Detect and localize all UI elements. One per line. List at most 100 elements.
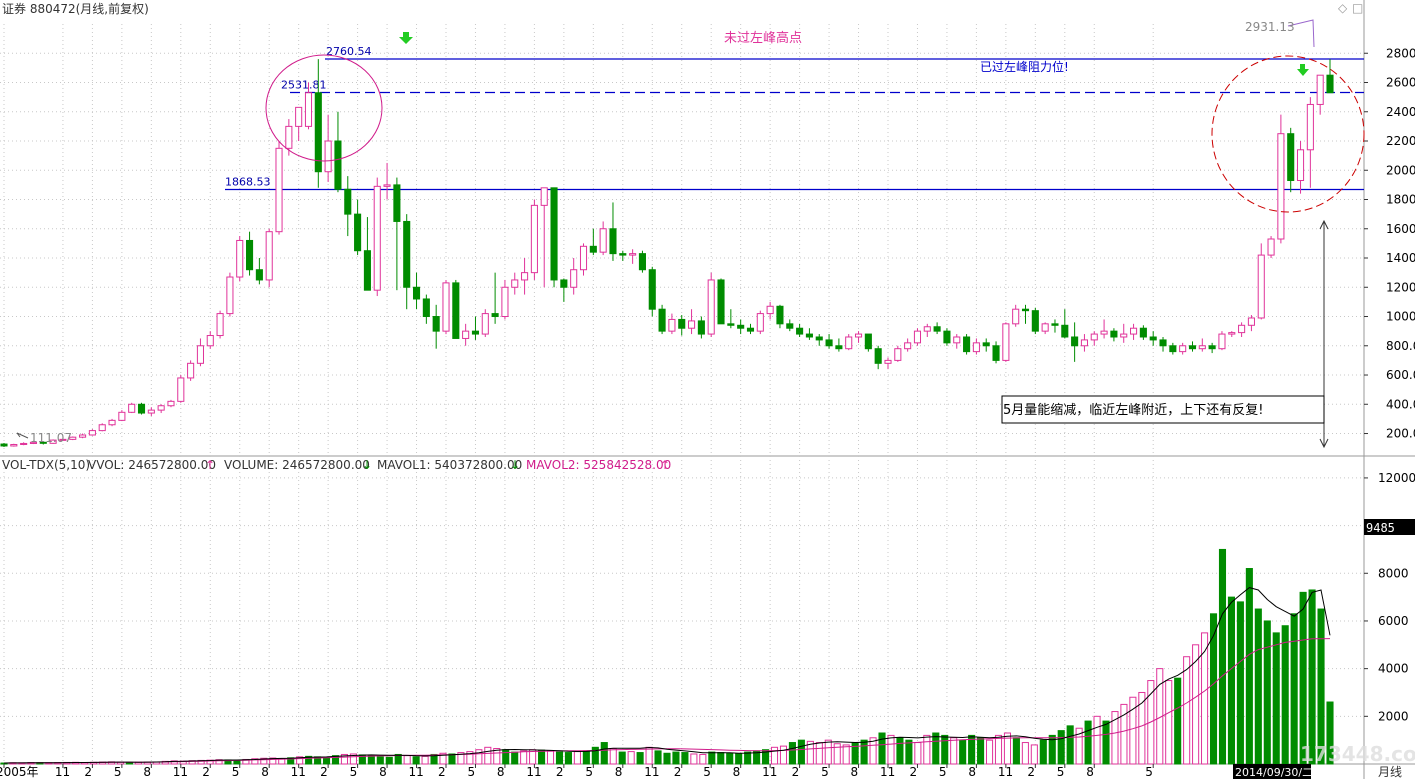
candle-body	[746, 327, 755, 332]
candle-body	[737, 324, 745, 329]
candle-body	[904, 342, 912, 350]
candle-body	[226, 276, 234, 315]
time-tick-label: 5	[821, 765, 829, 779]
current-volume-label: 9485	[1366, 521, 1395, 535]
candle-body	[609, 228, 617, 255]
candle-body	[1208, 345, 1216, 350]
time-tick-label: 5	[232, 765, 240, 779]
time-tick-label: 2	[792, 765, 800, 779]
time-tick-label: 11	[762, 765, 777, 779]
candle-body	[88, 430, 96, 436]
chart-svg: 2800 2600 2400 2200 2000 1800 1600 1400 1200 1000…	[0, 0, 1415, 779]
volume-bar	[1245, 568, 1253, 765]
time-tick-label: 11	[291, 765, 306, 779]
volume-bar	[1236, 601, 1244, 765]
volume-bar	[824, 739, 832, 765]
price-tick-label: 2800	[1386, 46, 1415, 60]
volume-bar	[367, 755, 375, 765]
candle-body	[432, 316, 440, 332]
candlestick-series	[0, 59, 1334, 447]
candle-body	[1306, 103, 1314, 151]
volume-bar	[1227, 596, 1235, 765]
volume-bar	[726, 752, 734, 765]
candle-body	[805, 333, 813, 338]
candle-body	[943, 330, 951, 344]
volume-bar	[896, 737, 904, 765]
candle-body	[894, 348, 902, 361]
price-tick-label: 2400	[1386, 105, 1415, 119]
left-peak-circle	[265, 54, 383, 162]
candle-body	[246, 239, 254, 271]
price-tick-label: 2600	[1386, 76, 1415, 90]
candle-body	[1326, 74, 1334, 94]
candle-body	[1110, 330, 1118, 338]
volume-bar	[1021, 742, 1029, 765]
mavol1-down-arrow-icon: ↓	[510, 458, 521, 472]
volume-bar	[412, 756, 420, 765]
volume-bar	[511, 751, 519, 765]
volume-bar	[609, 748, 617, 765]
candle-body	[864, 333, 872, 350]
candle-body	[1218, 333, 1226, 350]
candle-body	[874, 348, 882, 364]
candle-body	[1228, 332, 1236, 335]
candle-body	[717, 279, 725, 325]
time-tick-label: 11	[409, 765, 424, 779]
mavol2-up-arrow-icon: ↑	[660, 458, 671, 472]
candle-body	[1149, 336, 1157, 341]
candle-body	[216, 313, 224, 337]
volume-bar	[914, 742, 922, 765]
restore-icon[interactable]: ◇	[1338, 2, 1347, 14]
candle-body	[1198, 345, 1206, 350]
candle-body	[1169, 345, 1177, 353]
time-tick-label: 11	[880, 765, 895, 779]
candle-body	[521, 272, 529, 281]
candle-body	[638, 253, 646, 271]
down-arrow-right-icon	[1297, 64, 1309, 76]
time-tick-label: 2	[84, 765, 92, 779]
candle-body	[835, 345, 843, 350]
candle-body	[334, 140, 342, 190]
volume-bar	[1201, 632, 1209, 765]
candle-body	[304, 92, 313, 127]
volume-bar	[959, 739, 967, 765]
candle-body	[167, 400, 175, 407]
candle-body	[933, 326, 941, 332]
volume-bar	[950, 737, 958, 765]
volume-bar	[1183, 656, 1191, 765]
candle-body	[196, 345, 204, 364]
period-label: 月线	[1378, 765, 1402, 779]
maximize-icon[interactable]: □	[1352, 2, 1363, 14]
price-axis: 2800 2600 2400 2200 2000 1800 1600 1400 1200 1000…	[1364, 46, 1415, 441]
candle-body	[324, 140, 332, 173]
time-tick-label: 2	[909, 765, 917, 779]
high-marker-label: 2931.13	[1245, 20, 1295, 34]
candle-body	[1041, 323, 1049, 332]
price-tick-label: 1200	[1386, 280, 1415, 294]
candle-body	[295, 106, 303, 127]
candle-body	[530, 204, 538, 274]
time-tick-label: 11	[998, 765, 1013, 779]
volume-bar	[923, 734, 931, 765]
price-tick-label: 1600	[1386, 222, 1415, 236]
candle-body	[697, 320, 705, 335]
volume-bar	[860, 739, 868, 765]
low-marker-label: 111.07	[30, 431, 72, 445]
volume-bar	[672, 751, 680, 765]
volume-bar	[905, 739, 913, 765]
volume-bar	[887, 734, 895, 765]
candle-body	[796, 327, 804, 335]
time-tick-label: 8	[968, 765, 976, 779]
time-tick-label: 11	[173, 765, 188, 779]
candle-body	[550, 187, 558, 281]
candle-body	[1002, 323, 1010, 361]
candle-body	[128, 403, 136, 413]
candle-body	[1159, 339, 1167, 347]
reference-line-label: 2760.54	[326, 45, 372, 58]
volume-bar	[1066, 725, 1074, 765]
mavol2-value: MAVOL2: 525842528.00	[526, 458, 672, 472]
volume-bar	[770, 746, 779, 765]
date-label: 2014/09/30/二	[1235, 766, 1313, 779]
candle-body	[491, 313, 499, 318]
candle-body	[884, 359, 892, 364]
